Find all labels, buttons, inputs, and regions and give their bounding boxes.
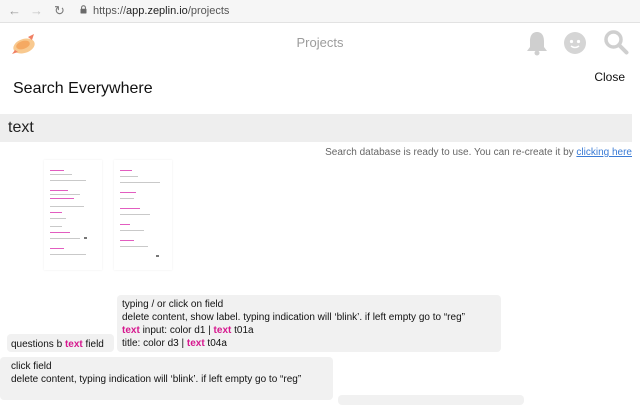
search-input[interactable]	[0, 114, 632, 142]
result-text: delete content, typing indication will ‘…	[11, 374, 302, 385]
bell-icon[interactable]	[525, 30, 549, 56]
result-text: click field	[11, 361, 52, 372]
avatar[interactable]	[563, 31, 587, 55]
app-header: Projects	[0, 23, 640, 63]
search-result-card[interactable]: click field delete content, typing indica…	[0, 357, 333, 400]
result-line: click field	[11, 360, 333, 373]
url-host: app.zeplin.io	[126, 5, 188, 17]
result-line: questions b text field	[11, 338, 114, 351]
status-text: Search database is ready to use. You can…	[325, 147, 577, 158]
search-result-card[interactable]: typing / or click on field delete content…	[117, 295, 501, 352]
search-icon[interactable]	[603, 29, 629, 55]
result-text: t04a	[204, 338, 227, 349]
result-text: input: color d1 |	[139, 325, 214, 336]
highlighted-match: text	[122, 325, 140, 336]
result-line: title: color d3 | text t04a	[122, 337, 501, 350]
recreate-db-link[interactable]: clicking here	[576, 147, 632, 158]
result-line: typing / or click on field	[122, 298, 501, 311]
result-text: questions b	[11, 339, 65, 350]
result-text: typing / or click on field	[122, 299, 224, 310]
result-line: text input: color d1 | text t01a	[122, 324, 501, 337]
screen-thumbnail[interactable]	[44, 160, 102, 270]
url-path: /projects	[187, 5, 230, 17]
result-text: field	[82, 339, 104, 350]
highlighted-match: text	[64, 339, 83, 350]
arrow-right-icon[interactable]: →	[30, 2, 43, 20]
reload-icon[interactable]: ↻	[54, 2, 65, 20]
search-panel-title: Search Everywhere	[13, 80, 153, 97]
browser-address-bar: ← → ↻ https://app.zeplin.io/projects	[0, 0, 640, 23]
url-prefix: https://	[93, 5, 127, 17]
search-db-status: Search database is ready to use. You can…	[325, 147, 632, 158]
highlighted-match: text	[213, 325, 232, 336]
lock-icon	[80, 5, 87, 14]
close-button[interactable]: Close	[594, 70, 625, 84]
url-field[interactable]: https://app.zeplin.io/projects	[93, 3, 229, 19]
result-line: delete content, show label. typing indic…	[122, 311, 501, 324]
result-text: t01a	[231, 325, 254, 336]
search-result-card[interactable]	[338, 395, 524, 405]
result-line: delete content, typing indication will ‘…	[11, 373, 333, 386]
highlighted-match: text	[186, 338, 205, 349]
search-result-card[interactable]: questions b text field	[7, 334, 114, 352]
screen-thumbnail[interactable]	[114, 160, 172, 270]
result-text: delete content, show label. typing indic…	[122, 312, 465, 323]
result-text: title: color d3 |	[122, 338, 187, 349]
arrow-left-icon[interactable]: ←	[8, 2, 21, 20]
